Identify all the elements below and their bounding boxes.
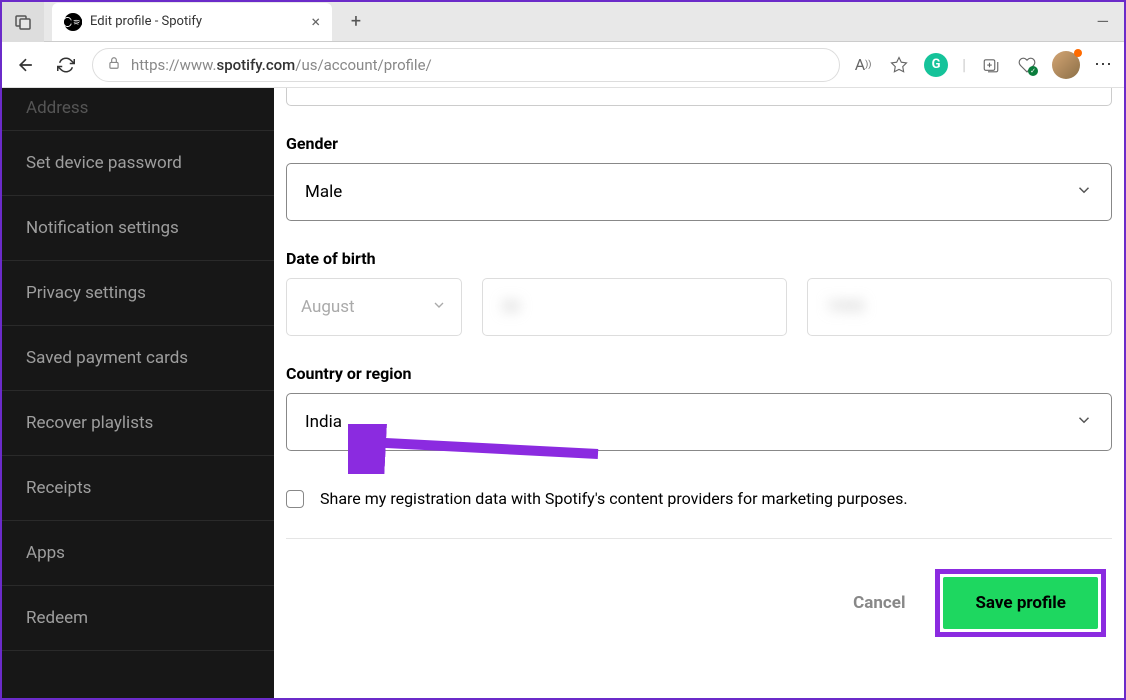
refresh-icon [57,56,75,74]
country-label: Country or region [286,364,1112,383]
sidebar-item-label: Address [26,98,88,118]
partial-input-above[interactable] [286,88,1112,106]
new-tab-button[interactable]: + [340,6,372,38]
share-data-row: Share my registration data with Spotify'… [286,479,1112,518]
sidebar-item-label: Saved payment cards [26,348,188,368]
save-button-highlight: Save profile [935,569,1106,637]
window-controls: — [1097,12,1125,31]
minimize-button[interactable]: — [1097,12,1110,31]
sidebar-item-privacy-settings[interactable]: Privacy settings [2,261,274,326]
dob-year-input[interactable]: 1995 [807,278,1112,336]
chevron-down-icon [431,297,447,318]
dob-year-value: 1995 [826,297,864,317]
chevron-down-icon [1075,411,1093,434]
sidebar-item-label: Set device password [26,153,182,173]
sidebar-item-label: Receipts [26,478,91,498]
country-group: Country or region India [286,364,1112,451]
address-bar[interactable]: https://www.spotify.com/us/account/profi… [92,48,840,82]
dob-day-input[interactable]: 30 [482,278,787,336]
sidebar-item-redeem[interactable]: Redeem [2,586,274,651]
collections-button[interactable] [980,54,1002,76]
dob-row: August 30 1995 [286,278,1112,336]
sidebar-item-label: Apps [26,543,65,563]
sidebar-item-label: Redeem [26,608,88,628]
tab-actions-button[interactable] [2,2,44,42]
tab-actions-icon [15,14,31,30]
sidebar-item-label: Notification settings [26,218,179,238]
country-select[interactable]: India [286,393,1112,451]
gender-label: Gender [286,134,1112,153]
spotify-favicon-icon [64,13,82,31]
sidebar-item-set-device-password[interactable]: Set device password [2,131,274,196]
page-content: Address Set device password Notification… [2,88,1124,698]
gender-value: Male [305,182,342,202]
save-profile-button[interactable]: Save profile [943,577,1098,629]
browser-tab-bar: Edit profile - Spotify × + — [2,2,1124,42]
active-tab[interactable]: Edit profile - Spotify × [52,3,332,41]
divider [286,538,1112,539]
profile-form: Gender Male Date of birth August 3 [274,88,1124,698]
share-data-label: Share my registration data with Spotify'… [320,489,908,508]
dob-month-value: August [301,297,355,317]
sidebar-item-label: Privacy settings [26,283,146,303]
gender-select[interactable]: Male [286,163,1112,221]
dob-day-value: 30 [501,297,520,317]
address-bar-row: https://www.spotify.com/us/account/profi… [2,42,1124,88]
gender-group: Gender Male [286,134,1112,221]
dob-label: Date of birth [286,249,1112,268]
url-display: https://www.spotify.com/us/account/profi… [131,56,432,74]
star-icon [890,56,908,74]
dob-group: Date of birth August 30 1995 [286,249,1112,336]
refresh-button[interactable] [52,51,80,79]
lock-icon [107,56,121,74]
sidebar-item-apps[interactable]: Apps [2,521,274,586]
back-button[interactable] [12,51,40,79]
account-sidebar: Address Set device password Notification… [2,88,274,698]
sidebar-item-label: Recover playlists [26,413,153,433]
sidebar-item-receipts[interactable]: Receipts [2,456,274,521]
chevron-down-icon [1075,181,1093,204]
address-bar-actions: A)) G | ✓ ⋯ [852,51,1114,79]
tab-title: Edit profile - Spotify [90,14,303,29]
cancel-button[interactable]: Cancel [853,593,905,613]
grammarly-extension-icon[interactable]: G [924,53,948,77]
sidebar-item-saved-payment-cards[interactable]: Saved payment cards [2,326,274,391]
sidebar-item-notification-settings[interactable]: Notification settings [2,196,274,261]
collections-icon [982,56,1000,74]
performance-button[interactable]: ✓ [1016,54,1038,76]
favorite-button[interactable] [888,54,910,76]
sidebar-item-address[interactable]: Address [2,88,274,131]
form-buttons: Cancel Save profile [286,569,1112,637]
arrow-left-icon [16,55,36,75]
profile-avatar[interactable] [1052,51,1080,79]
read-aloud-button[interactable]: A)) [852,54,874,76]
sidebar-item-recover-playlists[interactable]: Recover playlists [2,391,274,456]
country-value: India [305,412,342,432]
more-options-button[interactable]: ⋯ [1094,54,1114,75]
share-data-checkbox[interactable] [286,490,304,508]
dob-month-select[interactable]: August [286,278,462,336]
close-tab-button[interactable]: × [311,12,320,31]
